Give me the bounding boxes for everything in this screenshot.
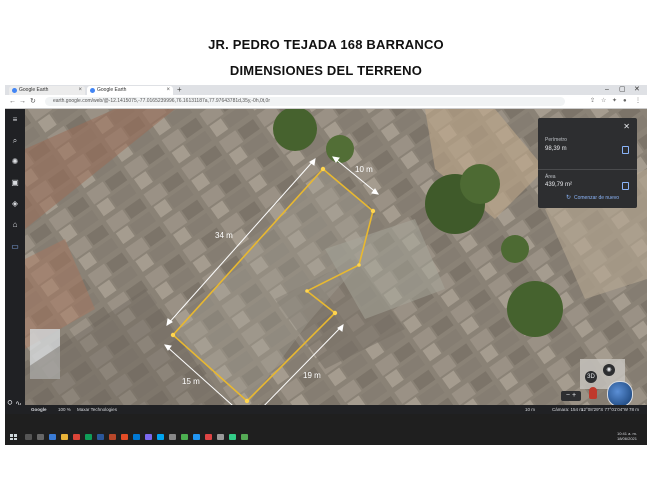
tab-google-earth-2[interactable]: Google Earth × [87, 86, 173, 95]
view-3d-button[interactable]: 3D [585, 371, 597, 383]
scale-label: 10 m [525, 407, 536, 412]
measure-icon[interactable]: ⌂ [5, 220, 25, 229]
app-icon[interactable] [229, 434, 236, 440]
chrome-icon[interactable] [73, 434, 80, 440]
close-icon[interactable]: ✕ [623, 122, 630, 131]
dimension-label-top: 10 m [355, 165, 373, 174]
settings-icon[interactable]: ▭ [5, 242, 25, 251]
extension-icon[interactable]: ✦ [612, 96, 617, 107]
elevation: 78 m [629, 407, 640, 412]
windows-taskbar: 10:41 a. m. 18/06/2021 [5, 414, 647, 445]
app-icon[interactable] [145, 434, 152, 440]
app-icon[interactable] [193, 434, 200, 440]
close-window-icon[interactable]: ✕ [634, 85, 640, 95]
forward-icon[interactable]: → [19, 96, 26, 107]
dimension-label-left: 34 m [215, 231, 233, 240]
more-menu-icon[interactable]: ⋮ [635, 96, 641, 107]
share-icon[interactable]: ⇪ [590, 96, 595, 107]
dimension-label-bottom-left: 15 m [182, 377, 200, 386]
app-icon[interactable] [169, 434, 176, 440]
earth-status-bar: Google 100 % Maxar Technologies 10 m Cám… [5, 405, 647, 414]
page-title: JR. PEDRO TEJADA 168 BARRANCO [208, 37, 444, 52]
store-icon[interactable] [157, 434, 164, 440]
system-clock[interactable]: 10:41 a. m. 18/06/2021 [617, 431, 637, 441]
zoom-level: 100 % [58, 407, 71, 412]
close-icon[interactable]: × [166, 86, 170, 95]
copy-icon[interactable] [622, 182, 629, 190]
minimize-icon[interactable]: – [605, 85, 609, 95]
app-icon[interactable] [181, 434, 188, 440]
restart-icon: ↻ [566, 195, 572, 201]
new-tab-button[interactable]: + [177, 85, 182, 95]
voyager-icon[interactable]: ✺ [5, 157, 25, 166]
bookmark-star-icon[interactable]: ☆ [601, 96, 606, 107]
excel-icon[interactable] [85, 434, 92, 440]
close-icon[interactable]: × [78, 86, 82, 95]
app-icon[interactable] [241, 434, 248, 440]
reload-icon[interactable]: ↻ [30, 96, 36, 107]
tab-strip: Google Earth × Google Earth × + – ▢ ✕ [5, 85, 647, 95]
windows-start-icon[interactable] [10, 434, 17, 440]
task-view-icon[interactable] [37, 434, 44, 440]
pegman-icon[interactable] [589, 387, 597, 399]
search-icon[interactable]: ⌕ [5, 136, 25, 146]
compass-icon[interactable]: ◉ [603, 364, 615, 376]
satellite-map[interactable]: 10 m 34 m 15 m 19 m ✕ Perímetro 98,39 m … [25, 109, 647, 405]
dimension-label-bottom-right: 19 m [303, 371, 321, 380]
copy-icon[interactable] [622, 146, 629, 154]
area-value: 439,79 m² [545, 182, 573, 188]
clock-date: 18/06/2021 [616, 436, 637, 441]
perimeter-value: 98,39 m [545, 146, 567, 152]
app-icon[interactable] [205, 434, 212, 440]
restart-measure-button[interactable]: Comenzar de nuevo [574, 195, 619, 201]
projects-icon[interactable]: ▣ [5, 178, 25, 187]
back-icon[interactable]: ← [9, 96, 16, 107]
maximize-icon[interactable]: ▢ [619, 85, 626, 95]
layers-icon[interactable]: ◈ [5, 199, 25, 208]
page-subtitle: DIMENSIONES DEL TERRENO [229, 63, 423, 78]
tab-label: Google Earth [97, 87, 127, 93]
measure-panel: ✕ Perímetro 98,39 m Área 439,79 m² ↻ Com… [538, 118, 637, 208]
zoom-control: − + [561, 391, 581, 401]
zoom-in-button[interactable]: + [572, 392, 576, 399]
screenshot-frame: Google Earth × Google Earth × + – ▢ ✕ ← … [5, 85, 647, 445]
search-icon[interactable] [25, 434, 32, 440]
earth-sidebar: ≡ ⌕ ✺ ▣ ◈ ⌂ ▭ ⚲ ∿ [5, 109, 25, 414]
imagery-credit: Maxar Technologies [77, 407, 117, 412]
menu-icon[interactable]: ≡ [5, 115, 25, 124]
google-earth-icon [12, 88, 17, 93]
outlook-icon[interactable] [133, 434, 140, 440]
word-icon[interactable] [97, 434, 104, 440]
tab-google-earth-1[interactable]: Google Earth × [9, 86, 85, 95]
app-icon[interactable] [217, 434, 224, 440]
file-explorer-icon[interactable] [61, 434, 68, 440]
profile-icon[interactable]: ● [623, 96, 627, 107]
google-logo: Google [31, 407, 47, 412]
address-bar-row: ← → ↻ earth.google.com/web/@-12.1415075,… [5, 95, 647, 109]
edge-icon[interactable] [49, 434, 56, 440]
globe-icon[interactable] [607, 381, 633, 405]
coordinates: 12°08'29"S 77°01'04"W [581, 407, 629, 412]
url-field[interactable]: earth.google.com/web/@-12.1415075,-77.01… [45, 97, 565, 106]
pdf-icon[interactable] [121, 434, 128, 440]
powerpoint-icon[interactable] [109, 434, 116, 440]
tab-label: Google Earth [19, 87, 49, 93]
panel-divider [538, 169, 637, 170]
area-label: Área [545, 174, 556, 180]
camera-altitude: Cámara: 154 m [552, 407, 584, 412]
perimeter-label: Perímetro [545, 137, 567, 143]
google-earth-icon [90, 88, 95, 93]
zoom-out-button[interactable]: − [566, 392, 570, 399]
